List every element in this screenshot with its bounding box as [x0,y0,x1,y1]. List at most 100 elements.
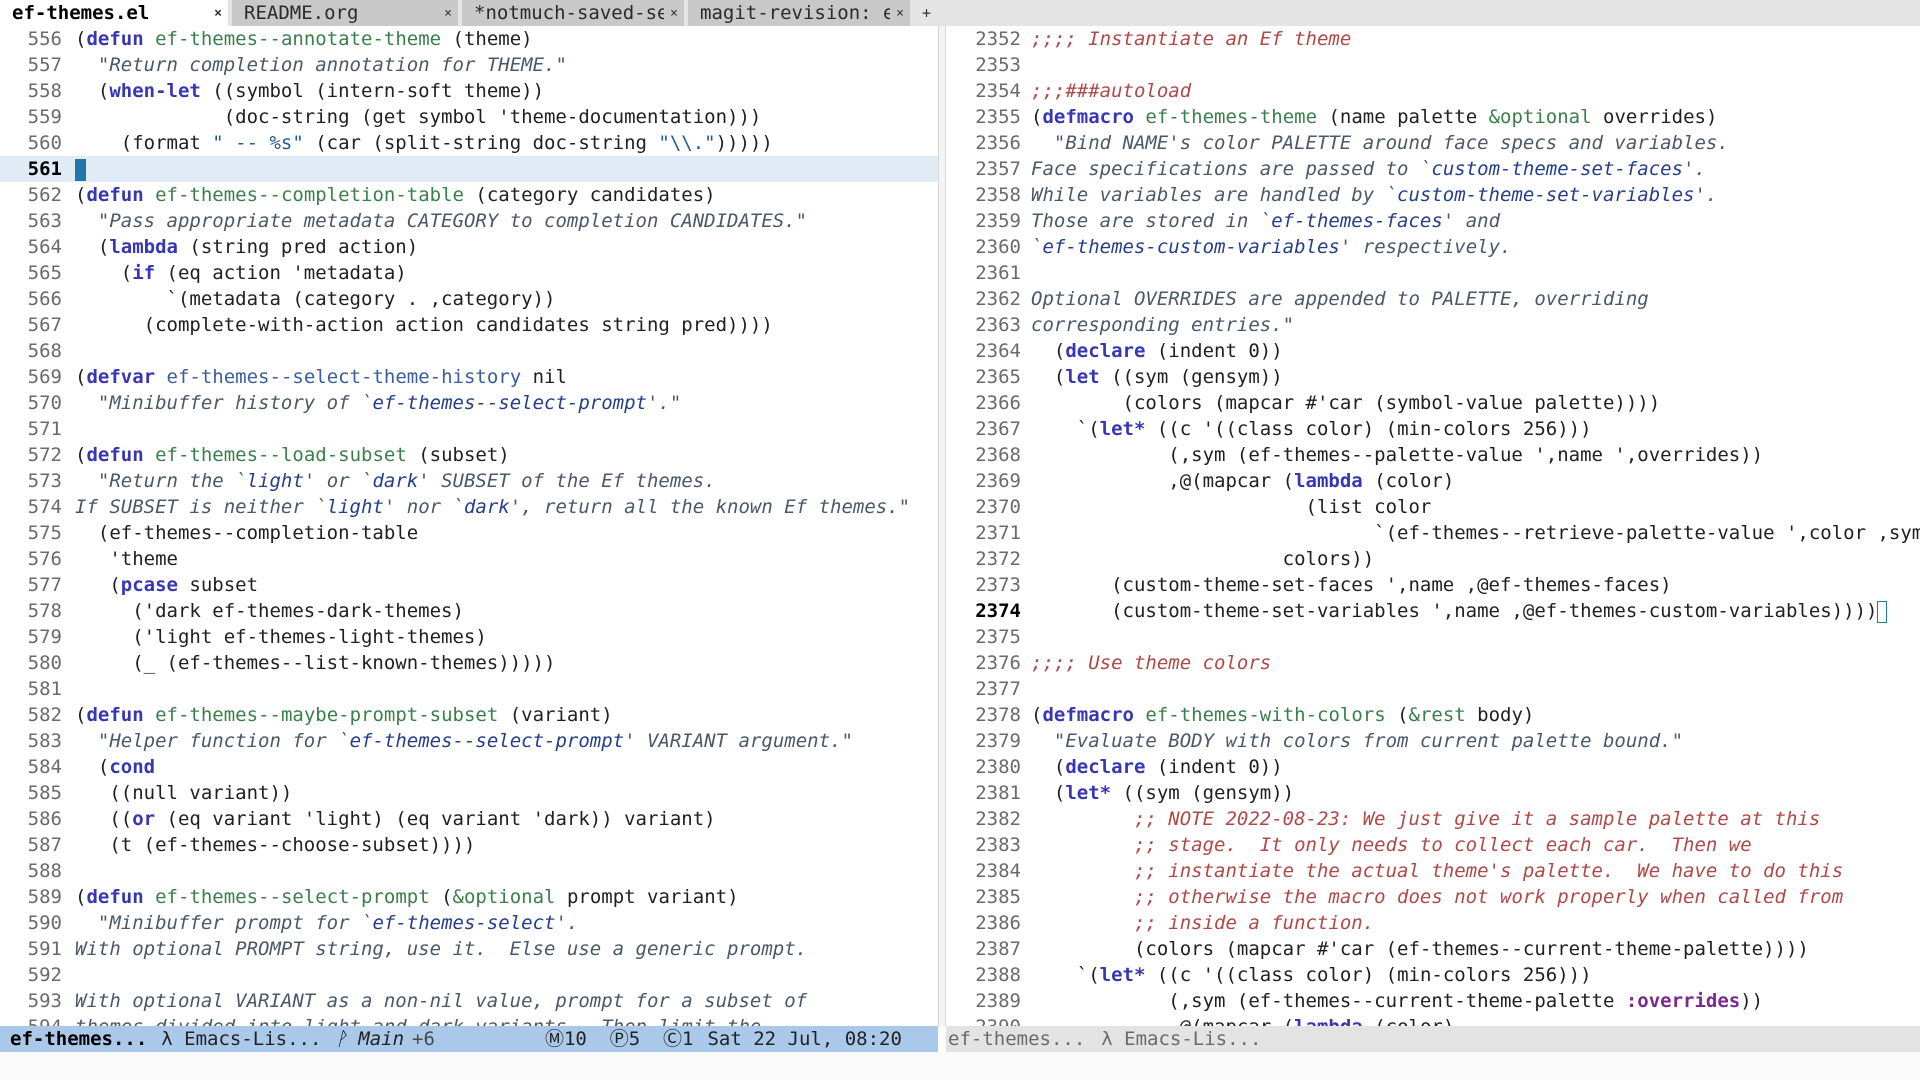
code-line[interactable]: 2365 (let ((sym (gensym)) [946,364,1920,390]
mode-line-inactive[interactable]: ef-themes... λ Emacs-Lis... [946,1026,1920,1052]
code-line[interactable]: 2357 Face specifications are passed to `c… [946,156,1920,182]
code-line[interactable]: 2384 ;; instantiate the actual theme's p… [946,858,1920,884]
code-line[interactable]: 2376 ;;;; Use theme colors [946,650,1920,676]
code-text[interactable] [1031,624,1920,650]
code-text[interactable]: ,@(mapcar (lambda (color) [1031,1014,1920,1026]
code-line[interactable]: 572 (defun ef-themes--load-subset (subset… [0,442,938,468]
code-line[interactable]: 565 (if (eq action 'metadata) [0,260,938,286]
code-text[interactable]: (t (ef-themes--choose-subset)))) [75,832,938,858]
code-text[interactable]: (,sym (ef-themes--current-theme-palette … [1031,988,1920,1014]
code-line[interactable]: 2390 ,@(mapcar (lambda (color) [946,1014,1920,1026]
code-text[interactable]: (custom-theme-set-variables ',name ,@ef-… [1031,598,1920,624]
code-line[interactable]: 568 [0,338,938,364]
code-text[interactable]: ;; stage. It only needs to collect each … [1031,832,1920,858]
code-text[interactable] [75,858,938,884]
code-line[interactable]: 2381 (let* ((sym (gensym)) [946,780,1920,806]
code-text[interactable]: (declare (indent 0)) [1031,754,1920,780]
code-text[interactable]: ,@(mapcar (lambda (color) [1031,468,1920,494]
code-text[interactable]: (defmacro ef-themes-with-colors (&rest b… [1031,702,1920,728]
code-line[interactable]: 581 [0,676,938,702]
close-icon[interactable]: × [670,6,678,21]
code-line[interactable]: 567 (complete-with-action action candida… [0,312,938,338]
code-line[interactable]: 591 With optional PROMPT string, use it. … [0,936,938,962]
mode-line-active[interactable]: ef-themes... λ Emacs-Lis... ᚹ Main +6 Ⓜ1… [0,1026,938,1052]
code-line[interactable]: 580 (_ (ef-themes--list-known-themes))))… [0,650,938,676]
code-text[interactable]: With optional VARIANT as a non-nil value… [75,988,938,1014]
code-text[interactable]: 'theme [75,546,938,572]
code-text[interactable]: Optional OVERRIDES are appended to PALET… [1031,286,1920,312]
code-line[interactable]: 2356 "Bind NAME's color PALETTE around f… [946,130,1920,156]
code-line[interactable]: 2382 ;; NOTE 2022-08-23: We just give it… [946,806,1920,832]
code-line[interactable]: 2388 `(let* ((c '((class color) (min-col… [946,962,1920,988]
editor-window-left[interactable]: 556 (defun ef-themes--annotate-theme (the… [0,26,938,1026]
code-line[interactable]: 2373 (custom-theme-set-faces ',name ,@ef… [946,572,1920,598]
code-line[interactable]: 2353 [946,52,1920,78]
code-text[interactable]: "Pass appropriate metadata CATEGORY to c… [75,208,938,234]
code-line[interactable]: 2352 ;;;; Instantiate an Ef theme [946,26,1920,52]
code-text[interactable]: ('light ef-themes-light-themes) [75,624,938,650]
code-line[interactable]: 585 ((null variant)) [0,780,938,806]
code-line[interactable]: 2375 [946,624,1920,650]
code-line[interactable]: 2385 ;; otherwise the macro does not wor… [946,884,1920,910]
code-line[interactable]: 586 ((or (eq variant 'light) (eq variant… [0,806,938,832]
code-line[interactable]: 575 (ef-themes--completion-table [0,520,938,546]
code-text[interactable]: ;; instantiate the actual theme's palett… [1031,858,1920,884]
code-line[interactable]: 2362 Optional OVERRIDES are appended to P… [946,286,1920,312]
code-line[interactable]: 2355 (defmacro ef-themes-theme (name pale… [946,104,1920,130]
code-text[interactable]: (,sym (ef-themes--palette-value ',name '… [1031,442,1920,468]
code-line[interactable]: 587 (t (ef-themes--choose-subset)))) [0,832,938,858]
code-text[interactable]: corresponding entries." [1031,312,1920,338]
modeline-vc-branch[interactable]: ᚹ Main [335,1026,404,1052]
code-text[interactable]: (let ((sym (gensym)) [1031,364,1920,390]
code-line[interactable]: 2383 ;; stage. It only needs to collect … [946,832,1920,858]
code-line[interactable]: 564 (lambda (string pred action) [0,234,938,260]
code-line[interactable]: 577 (pcase subset [0,572,938,598]
code-text[interactable]: (defun ef-themes--select-prompt (&option… [75,884,938,910]
code-line[interactable]: 583 "Helper function for `ef-themes--sel… [0,728,938,754]
code-line[interactable]: 576 'theme [0,546,938,572]
code-text[interactable]: `(let* ((c '((class color) (min-colors 2… [1031,962,1920,988]
code-text[interactable]: With optional PROMPT string, use it. Els… [75,936,938,962]
code-line[interactable]: 588 [0,858,938,884]
code-text[interactable]: (_ (ef-themes--list-known-themes))))) [75,650,938,676]
code-text[interactable] [75,416,938,442]
modeline-buffer-name[interactable]: ef-themes... [946,1026,1085,1052]
code-text[interactable]: "Evaluate BODY with colors from current … [1031,728,1920,754]
code-line[interactable]: 559 (doc-string (get symbol 'theme-docum… [0,104,938,130]
code-line[interactable]: 2360 `ef-themes-custom-variables' respect… [946,234,1920,260]
code-text[interactable]: (defmacro ef-themes-theme (name palette … [1031,104,1920,130]
close-icon[interactable]: × [444,6,452,21]
code-text[interactable]: (cond [75,754,938,780]
close-icon[interactable]: × [214,6,222,21]
code-text[interactable]: (list color [1031,494,1920,520]
code-line[interactable]: 2372 colors)) [946,546,1920,572]
tab-3[interactable]: *notmuch-saved-sea × [462,0,684,26]
new-tab-button[interactable]: + [914,0,939,26]
code-line[interactable]: 594themes divided into light and dark va… [0,1014,938,1026]
code-text[interactable] [75,338,938,364]
editor-window-right[interactable]: 2352;;;; Instantiate an Ef theme 2353 2354… [946,26,1920,1026]
code-line[interactable]: 2354 ;;;###autoload [946,78,1920,104]
code-line[interactable]: 574 If SUBSET is neither `light' nor `dar… [0,494,938,520]
code-line[interactable]: 556 (defun ef-themes--annotate-theme (the… [0,26,938,52]
code-text[interactable]: (when-let ((symbol (intern-soft theme)) [75,78,938,104]
code-text[interactable] [75,962,938,988]
code-line[interactable]: 2374 (custom-theme-set-variables ',name … [946,598,1920,624]
code-line[interactable]: 2366 (colors (mapcar #'car (symbol-value… [946,390,1920,416]
code-line[interactable]: 579 ('light ef-themes-light-themes) [0,624,938,650]
code-text[interactable]: (ef-themes--completion-table [75,520,938,546]
code-line[interactable]: 2358 While variables are handled by `cust… [946,182,1920,208]
code-text[interactable]: ((null variant)) [75,780,938,806]
code-text[interactable]: ;;;###autoload [1031,78,1920,104]
code-text[interactable]: ;; NOTE 2022-08-23: We just give it a sa… [1031,806,1920,832]
close-icon[interactable]: × [896,6,904,21]
code-line[interactable]: 2363 corresponding entries." [946,312,1920,338]
code-line[interactable]: 2387 (colors (mapcar #'car (ef-themes--c… [946,936,1920,962]
code-line[interactable]: 2369 ,@(mapcar (lambda (color) [946,468,1920,494]
code-text[interactable]: (doc-string (get symbol 'theme-documenta… [75,104,938,130]
code-text[interactable]: (lambda (string pred action) [75,234,938,260]
code-text[interactable]: ;; inside a function. [1031,910,1920,936]
tab-4[interactable]: magit-revision: ef × [688,0,910,26]
code-line[interactable]: 2359 Those are stored in `ef-themes-faces… [946,208,1920,234]
code-line[interactable]: 592 [0,962,938,988]
